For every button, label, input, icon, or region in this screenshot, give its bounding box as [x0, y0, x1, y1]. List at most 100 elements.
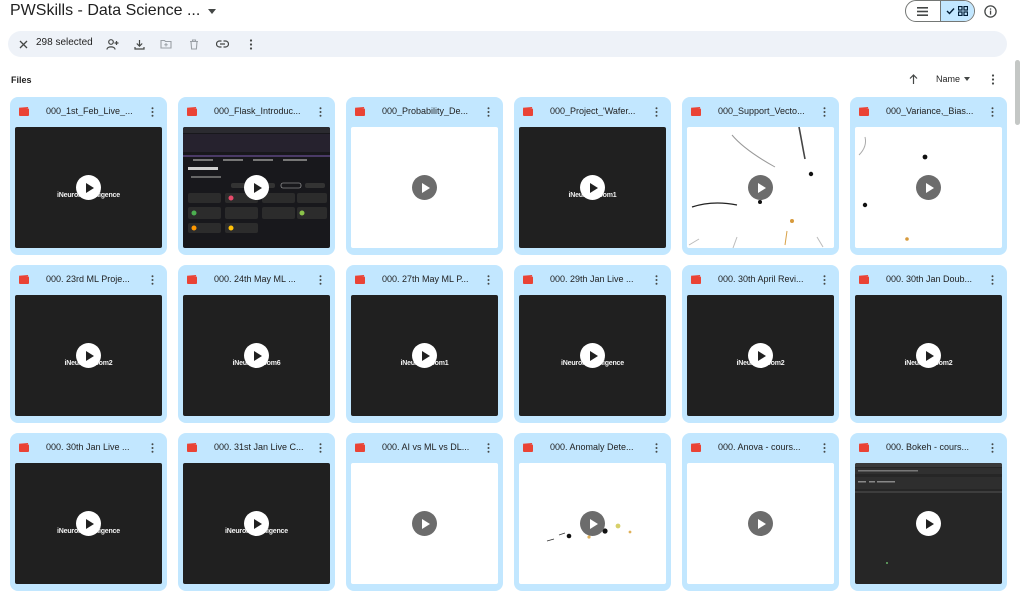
sort-by-label: Name: [936, 74, 961, 84]
file-name: 000. 23rd ML Proje...: [46, 274, 130, 284]
play-icon: [916, 511, 941, 536]
sort-direction-button[interactable]: [905, 71, 921, 87]
list-view-button[interactable]: [906, 1, 940, 21]
sort-by-dropdown[interactable]: Name: [936, 74, 971, 84]
file-name: 000_Variance,_Bias...: [886, 106, 974, 116]
grid-view-button[interactable]: [939, 1, 974, 21]
file-card[interactable]: 000. 27th May ML P... iNeuron zoom1: [346, 265, 503, 423]
file-name: 000. 29th Jan Live ...: [550, 274, 634, 284]
scrollbar-thumb[interactable]: [1015, 60, 1020, 125]
file-card[interactable]: 000. Anova - cours...: [682, 433, 839, 591]
more-vert-icon: [319, 275, 321, 285]
file-more-button[interactable]: [986, 105, 998, 119]
file-card[interactable]: 000_Project_'Wafer... iNeuron zoom1: [514, 97, 671, 255]
folder-title-dropdown[interactable]: PWSkills - Data Science ...: [10, 0, 217, 22]
file-card[interactable]: 000. 31st Jan Live C... iNeuron intellig…: [178, 433, 335, 591]
play-icon: [244, 343, 269, 368]
file-more-button[interactable]: [986, 441, 998, 455]
video-thumbnail: iNeuron zoom1: [351, 295, 498, 416]
file-more-button[interactable]: [818, 105, 830, 119]
selection-count: 298 selected: [36, 37, 93, 48]
file-name: 000. Bokeh - cours...: [886, 442, 970, 452]
file-more-button[interactable]: [314, 441, 326, 455]
file-name: 000_1st_Feb_Live_...: [46, 106, 133, 116]
video-file-icon: [691, 443, 701, 452]
file-name: 000. 30th April Revi...: [718, 274, 804, 284]
file-name: 000_Probability_De...: [382, 106, 469, 116]
file-card[interactable]: 000_Support_Vecto...: [682, 97, 839, 255]
play-icon: [76, 511, 101, 536]
file-name: 000. 27th May ML P...: [382, 274, 469, 284]
file-card[interactable]: 000. Anomaly Dete...: [514, 433, 671, 591]
more-actions-button[interactable]: [242, 35, 260, 53]
file-more-button[interactable]: [818, 273, 830, 287]
play-icon: [244, 511, 269, 536]
file-card[interactable]: 000_Variance,_Bias...: [850, 97, 1007, 255]
file-more-button[interactable]: [314, 105, 326, 119]
video-file-icon: [355, 443, 365, 452]
file-more-button[interactable]: [314, 273, 326, 287]
video-file-icon: [859, 275, 869, 284]
file-more-button[interactable]: [650, 273, 662, 287]
file-more-button[interactable]: [986, 273, 998, 287]
more-vert-icon: [655, 275, 657, 285]
play-icon: [76, 343, 101, 368]
more-vert-icon: [487, 443, 489, 453]
download-button[interactable]: [130, 35, 148, 53]
share-button[interactable]: [103, 35, 121, 53]
video-file-icon: [355, 275, 365, 284]
move-to-folder-icon: [160, 39, 172, 49]
scrollbar-track[interactable]: [1014, 60, 1020, 596]
file-more-button[interactable]: [146, 441, 158, 455]
video-thumbnail: [687, 127, 834, 248]
file-card[interactable]: 000. 30th Jan Live ... iNeuron intellige…: [10, 433, 167, 591]
file-more-button[interactable]: [650, 105, 662, 119]
file-card[interactable]: 000. 29th Jan Live ... iNeuron intellige…: [514, 265, 671, 423]
video-thumbnail: [519, 463, 666, 584]
file-card[interactable]: 000_Flask_Introduc...: [178, 97, 335, 255]
play-icon: [748, 511, 773, 536]
more-vert-icon: [487, 275, 489, 285]
trash-button[interactable]: [185, 35, 203, 53]
info-icon: [983, 4, 997, 18]
arrow-up-icon: [909, 74, 917, 84]
file-name: 000. 24th May ML ...: [214, 274, 296, 284]
more-vert-icon: [487, 107, 489, 117]
file-card[interactable]: 000. AI vs ML vs DL...: [346, 433, 503, 591]
file-more-button[interactable]: [146, 273, 158, 287]
file-more-button[interactable]: [482, 105, 494, 119]
play-icon: [916, 175, 941, 200]
list-view-icon: [917, 6, 929, 16]
file-name: 000_Flask_Introduc...: [214, 106, 301, 116]
video-thumbnail: [351, 127, 498, 248]
move-button[interactable]: [157, 35, 175, 53]
file-more-button[interactable]: [482, 441, 494, 455]
file-name: 000. 30th Jan Doub...: [886, 274, 973, 284]
file-card[interactable]: 000. 23rd ML Proje... iNeuron zoom2: [10, 265, 167, 423]
folder-title: PWSkills - Data Science ...: [10, 2, 201, 19]
video-file-icon: [19, 443, 29, 452]
file-card[interactable]: 000. 30th April Revi... iNeuron zoom2: [682, 265, 839, 423]
play-icon: [748, 175, 773, 200]
file-more-button[interactable]: [818, 441, 830, 455]
chevron-down-icon: [208, 8, 217, 14]
video-thumbnail: iNeuron zoom1: [519, 127, 666, 248]
copy-link-button[interactable]: [213, 35, 231, 53]
video-thumbnail: iNeuron zoom2: [855, 295, 1002, 416]
file-card[interactable]: 000_Probability_De...: [346, 97, 503, 255]
file-card[interactable]: 000. 24th May ML ... iNeuron zoom6: [178, 265, 335, 423]
video-file-icon: [355, 107, 365, 116]
more-vert-icon: [991, 73, 995, 85]
more-vert-icon: [655, 443, 657, 453]
file-card[interactable]: 000_1st_Feb_Live_... iNeuron intelligenc…: [10, 97, 167, 255]
files-more-button[interactable]: [986, 71, 1000, 87]
clear-selection-button[interactable]: [14, 35, 32, 53]
info-button[interactable]: [981, 2, 999, 20]
file-more-button[interactable]: [146, 105, 158, 119]
file-more-button[interactable]: [482, 273, 494, 287]
file-card[interactable]: 000. Bokeh - cours...: [850, 433, 1007, 591]
play-icon: [412, 343, 437, 368]
file-card[interactable]: 000. 30th Jan Doub... iNeuron zoom2: [850, 265, 1007, 423]
more-vert-icon: [249, 38, 253, 50]
file-more-button[interactable]: [650, 441, 662, 455]
